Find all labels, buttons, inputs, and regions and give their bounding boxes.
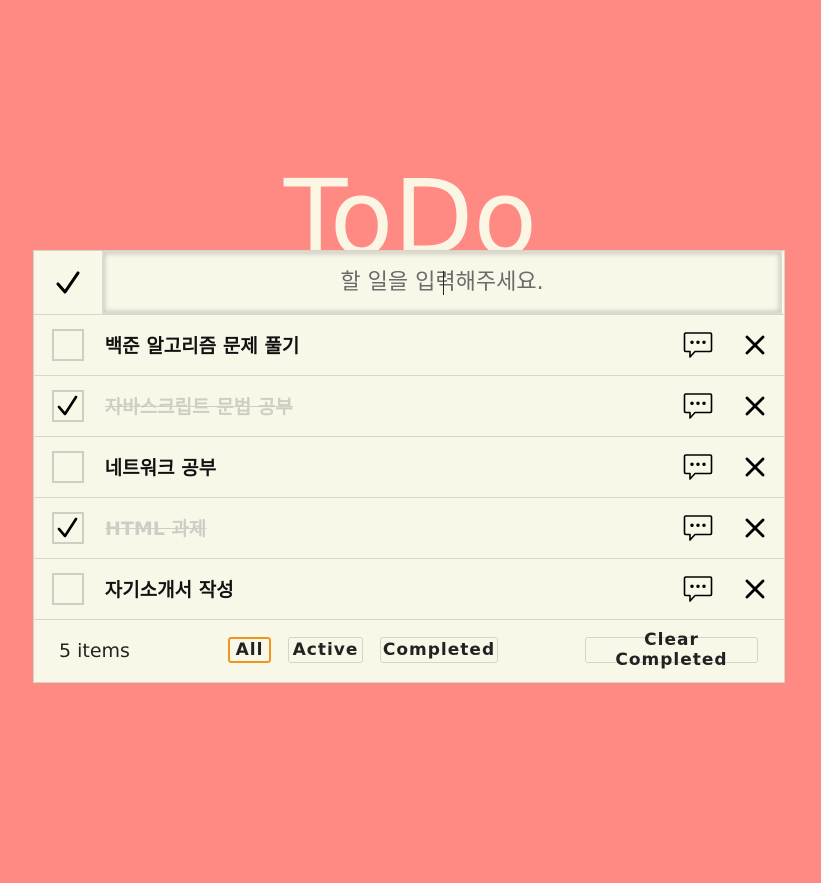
todo-text[interactable]: 자기소개서 작성 <box>105 575 234 602</box>
todo-item: 백준 알고리즘 문제 풀기 <box>34 315 784 376</box>
comment-button[interactable] <box>683 453 713 481</box>
comment-button[interactable] <box>683 331 713 359</box>
new-todo-row <box>34 251 784 315</box>
speech-bubble-icon <box>683 393 713 419</box>
todo-app: 백준 알고리즘 문제 풀기 자바스크립트 문법 공부 네트워 <box>33 250 785 683</box>
delete-button[interactable] <box>743 516 767 540</box>
new-todo-input[interactable] <box>102 251 782 314</box>
todo-text[interactable]: 자바스크립트 문법 공부 <box>105 392 293 419</box>
delete-button[interactable] <box>743 455 767 479</box>
speech-bubble-icon <box>683 576 713 602</box>
todo-text[interactable]: 네트워크 공부 <box>105 453 217 480</box>
todo-item: 자기소개서 작성 <box>34 559 784 620</box>
delete-button[interactable] <box>743 394 767 418</box>
check-icon <box>57 395 78 416</box>
comment-button[interactable] <box>683 575 713 603</box>
filter-all-button[interactable]: All <box>228 637 271 663</box>
todo-checkbox[interactable] <box>52 451 84 483</box>
todo-checkbox[interactable] <box>52 329 84 361</box>
todo-checkbox[interactable] <box>52 512 84 544</box>
filter-active-button[interactable]: Active <box>288 637 363 663</box>
todo-checkbox[interactable] <box>52 573 84 605</box>
check-icon <box>57 517 78 538</box>
delete-button[interactable] <box>743 333 767 357</box>
todo-footer: 5 items All Active Completed Clear Compl… <box>34 621 784 682</box>
close-icon <box>745 396 765 416</box>
close-icon <box>745 335 765 355</box>
comment-button[interactable] <box>683 514 713 542</box>
todo-checkbox[interactable] <box>52 390 84 422</box>
close-icon <box>745 518 765 538</box>
toggle-all-button[interactable] <box>34 251 101 314</box>
todo-item: HTML 과제 <box>34 498 784 559</box>
speech-bubble-icon <box>683 332 713 358</box>
speech-bubble-icon <box>683 454 713 480</box>
delete-button[interactable] <box>743 577 767 601</box>
comment-button[interactable] <box>683 392 713 420</box>
todo-text[interactable]: 백준 알고리즘 문제 풀기 <box>105 331 300 358</box>
text-cursor <box>443 271 444 295</box>
speech-bubble-icon <box>683 515 713 541</box>
todo-text[interactable]: HTML 과제 <box>105 514 206 541</box>
todo-item: 자바스크립트 문법 공부 <box>34 376 784 437</box>
filter-completed-button[interactable]: Completed <box>380 637 498 663</box>
close-icon <box>745 457 765 477</box>
close-icon <box>745 579 765 599</box>
todo-list: 백준 알고리즘 문제 풀기 자바스크립트 문법 공부 네트워크 공부 HTML … <box>34 315 784 620</box>
todo-item: 네트워크 공부 <box>34 437 784 498</box>
item-count: 5 items <box>59 640 130 662</box>
check-icon <box>56 271 79 293</box>
clear-completed-button[interactable]: Clear Completed <box>585 630 758 670</box>
